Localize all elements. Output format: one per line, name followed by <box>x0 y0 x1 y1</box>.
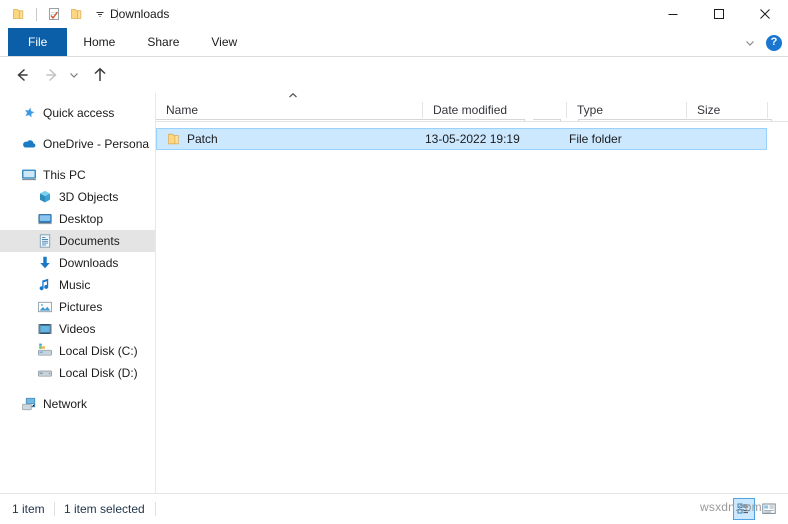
column-header-date-modified[interactable]: Date modified <box>423 99 567 121</box>
videos-icon <box>37 321 53 337</box>
documents-icon <box>37 233 53 249</box>
recent-locations-button[interactable] <box>66 65 82 85</box>
sidebar-item-label: Quick access <box>43 106 115 120</box>
folder-icon <box>167 131 183 147</box>
status-separator <box>54 502 55 516</box>
cell-date-modified: 13-05-2022 19:19 <box>425 132 520 146</box>
sidebar-item-label: Local Disk (D:) <box>59 366 138 380</box>
tab-file[interactable]: File <box>8 28 68 57</box>
column-header-name[interactable]: Name <box>156 92 422 121</box>
sidebar-item-desktop[interactable]: Desktop <box>0 208 155 230</box>
network-icon <box>21 396 37 412</box>
sidebar-item-label: Network <box>43 397 88 411</box>
quick-access-toolbar <box>10 0 121 28</box>
status-bar: 1 item 1 item selected <box>0 494 788 524</box>
new-folder-icon[interactable] <box>68 5 86 23</box>
sidebar-item-label: This PC <box>43 168 86 182</box>
tab-view[interactable]: View <box>195 28 253 57</box>
column-header-size[interactable]: Size <box>687 99 767 121</box>
sidebar-item-label: Pictures <box>59 300 103 314</box>
music-note-icon <box>37 277 53 293</box>
status-selection-count: 1 item selected <box>64 502 145 516</box>
sidebar-item-label: Videos <box>59 322 96 336</box>
column-divider[interactable] <box>767 102 768 118</box>
sidebar-item-network[interactable]: Network <box>0 393 155 415</box>
sidebar-item-label: Desktop <box>59 212 104 226</box>
sidebar-item-label: Local Disk (C:) <box>59 344 138 358</box>
cell-name: Patch <box>187 132 218 146</box>
sidebar-item-label: Music <box>59 278 91 292</box>
sidebar-item-3d-objects[interactable]: 3D Objects <box>0 186 155 208</box>
system-drive-icon <box>37 343 53 359</box>
sidebar-item-quick-access[interactable]: Quick access <box>0 102 155 124</box>
chevron-down-icon[interactable] <box>742 35 758 51</box>
chevron-down-icon[interactable] <box>91 5 109 23</box>
monitor-icon <box>21 167 37 183</box>
sidebar-item-local-disk-d[interactable]: Local Disk (D:) <box>0 362 155 384</box>
sidebar-item-downloads[interactable]: Downloads <box>0 252 155 274</box>
ribbon-tab-bar: File Home Share View ? <box>0 28 788 57</box>
ribbon-right-controls: ? <box>742 28 782 57</box>
sidebar-item-this-pc[interactable]: This PC <box>0 164 155 186</box>
sidebar-item-label: Documents <box>59 234 120 248</box>
maximize-button[interactable] <box>696 0 742 28</box>
title-bar: Downloads <box>0 0 788 28</box>
ribbon-tabs: File Home Share View <box>8 28 253 57</box>
navigation-pane: Quick access OneDrive - Persona This PC … <box>0 93 155 493</box>
sidebar-item-documents[interactable]: Documents <box>0 230 155 252</box>
sidebar-item-label: OneDrive - Persona <box>43 137 150 151</box>
forward-button <box>42 65 62 85</box>
properties-icon[interactable] <box>45 5 63 23</box>
file-list[interactable]: Patch 13-05-2022 19:19 File folder <box>156 122 788 493</box>
sidebar-item-videos[interactable]: Videos <box>0 318 155 340</box>
desktop-icon <box>37 211 53 227</box>
sidebar-item-label: 3D Objects <box>59 190 119 204</box>
cell-type: File folder <box>569 132 622 146</box>
column-header-label: Name <box>166 103 199 117</box>
onedrive-cloud-icon <box>21 136 37 152</box>
status-separator <box>155 502 156 516</box>
folder-icon[interactable] <box>10 5 28 23</box>
sidebar-item-pictures[interactable]: Pictures <box>0 296 155 318</box>
cube-icon <box>37 189 53 205</box>
table-row[interactable]: Patch 13-05-2022 19:19 File folder <box>156 128 767 150</box>
sidebar-item-onedrive[interactable]: OneDrive - Persona <box>0 133 155 155</box>
drive-icon <box>37 365 53 381</box>
tab-home[interactable]: Home <box>67 28 131 57</box>
sidebar-item-local-disk-c[interactable]: Local Disk (C:) <box>0 340 155 362</box>
minimize-button[interactable] <box>650 0 696 28</box>
sidebar-item-music[interactable]: Music <box>0 274 155 296</box>
help-icon[interactable]: ? <box>766 34 782 51</box>
downloads-arrow-icon <box>37 255 53 271</box>
watermark: wsxdn.com <box>700 500 762 514</box>
column-header-type[interactable]: Type <box>567 99 687 121</box>
star-pin-icon <box>21 105 37 121</box>
up-button[interactable] <box>90 65 110 85</box>
pictures-icon <box>37 299 53 315</box>
sort-ascending-icon <box>286 92 300 102</box>
status-item-count: 1 item <box>12 502 45 516</box>
file-explorer-window: Downloads File Home Share View ? Quick a… <box>0 0 788 524</box>
address-bar-row: « Final Fantasy XIV – A Realm Reborn › D… <box>0 57 788 143</box>
column-header-row: Name Date modified Type Size <box>156 92 788 121</box>
window-title: Downloads <box>110 7 170 21</box>
back-button[interactable] <box>12 65 32 85</box>
qat-separator-1 <box>36 7 37 21</box>
close-button[interactable] <box>742 0 788 28</box>
tab-share[interactable]: Share <box>131 28 195 57</box>
sidebar-item-label: Downloads <box>59 256 119 270</box>
window-controls <box>650 0 788 28</box>
